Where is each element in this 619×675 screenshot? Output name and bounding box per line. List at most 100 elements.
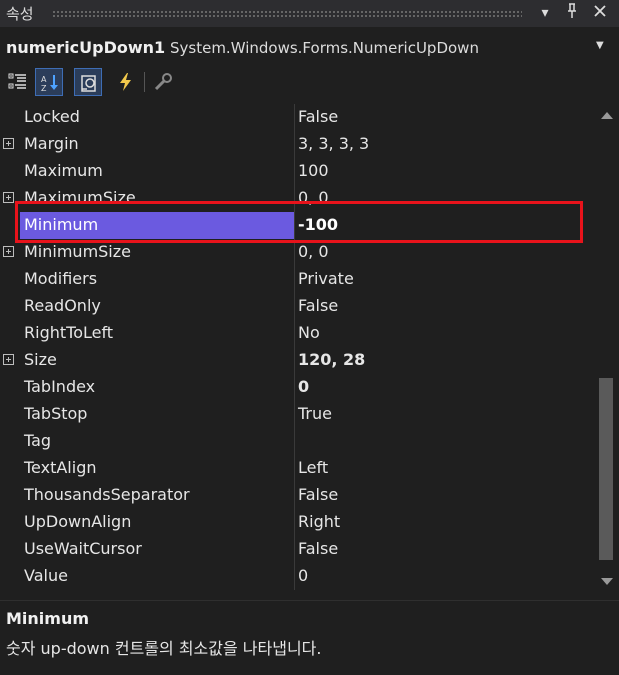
properties-button[interactable] [74, 68, 102, 96]
properties-icon [81, 75, 96, 92]
property-value[interactable]: No [298, 323, 320, 342]
property-value[interactable]: Private [298, 269, 354, 288]
property-name: TabStop [24, 404, 88, 423]
property-row-righttoleft[interactable]: RightToLeft No [0, 320, 595, 347]
property-row-tabindex[interactable]: TabIndex 0 [0, 374, 595, 401]
property-value[interactable]: False [298, 485, 338, 504]
property-name: TabIndex [24, 377, 96, 396]
property-toolbar: A Z [0, 64, 619, 98]
property-name: ThousandsSeparator [24, 485, 190, 504]
scrollbar-thumb[interactable] [599, 378, 613, 560]
property-row-tag[interactable]: Tag [0, 428, 595, 455]
property-name: Locked [24, 107, 80, 126]
column-divider[interactable] [294, 536, 295, 563]
property-row-tabstop[interactable]: TabStop True [0, 401, 595, 428]
svg-text:A: A [41, 75, 47, 84]
column-divider[interactable] [294, 401, 295, 428]
property-value[interactable]: 0 [298, 377, 309, 396]
title-grip[interactable] [52, 10, 522, 17]
expand-icon[interactable] [3, 354, 14, 365]
column-divider[interactable] [294, 563, 295, 590]
property-value[interactable]: False [298, 539, 338, 558]
column-divider[interactable] [294, 239, 295, 266]
property-name: MinimumSize [24, 242, 131, 261]
column-divider[interactable] [294, 104, 295, 131]
property-pages-icon [154, 73, 172, 91]
column-divider[interactable] [294, 131, 295, 158]
property-row-value[interactable]: Value 0 [0, 563, 595, 590]
chevron-down-icon[interactable]: ▼ [596, 40, 604, 51]
property-name: Maximum [24, 161, 103, 180]
description-title: Minimum [6, 609, 90, 628]
toolbar-separator [144, 72, 145, 92]
property-value[interactable]: True [298, 404, 332, 423]
property-row-usewaitcursor[interactable]: UseWaitCursor False [0, 536, 595, 563]
column-divider[interactable] [294, 320, 295, 347]
property-name: ReadOnly [24, 296, 101, 315]
property-name: Margin [24, 134, 79, 153]
property-value[interactable]: False [298, 296, 338, 315]
object-type: System.Windows.Forms.NumericUpDown [170, 39, 479, 57]
categorized-button[interactable] [4, 68, 32, 96]
title-bar: 속성 ▾ [0, 0, 619, 27]
property-name: UseWaitCursor [24, 539, 142, 558]
events-button[interactable] [112, 68, 140, 96]
property-name: Tag [24, 431, 52, 450]
property-row-margin[interactable]: Margin 3, 3, 3, 3 [0, 131, 595, 158]
property-row-textalign[interactable]: TextAlign Left [0, 455, 595, 482]
property-row-size[interactable]: Size 120, 28 [0, 347, 595, 374]
column-divider[interactable] [294, 293, 295, 320]
property-name: Size [24, 350, 57, 369]
svg-text:Z: Z [41, 84, 47, 93]
pin-icon[interactable] [562, 3, 582, 23]
alphabetical-button[interactable]: A Z [35, 68, 63, 96]
property-value[interactable]: Right [298, 512, 340, 531]
property-value[interactable]: 0, 0 [298, 242, 329, 261]
description-text: 숫자 up-down 컨트롤의 최소값을 나타냅니다. [6, 639, 322, 658]
property-row-updownalign[interactable]: UpDownAlign Right [0, 509, 595, 536]
property-row-modifiers[interactable]: Modifiers Private [0, 266, 595, 293]
property-name: RightToLeft [24, 323, 114, 342]
property-value[interactable]: Left [298, 458, 328, 477]
object-selector[interactable]: numericUpDown1 System.Windows.Forms.Nume… [0, 35, 619, 63]
window-position-dropdown-icon[interactable]: ▾ [535, 3, 555, 23]
panel-title: 속성 [6, 5, 34, 23]
property-row-locked[interactable]: Locked False [0, 104, 595, 131]
property-value[interactable]: 3, 3, 3, 3 [298, 134, 369, 153]
object-name: numericUpDown1 [6, 38, 166, 57]
scroll-up-icon[interactable] [601, 112, 613, 119]
vertical-scrollbar[interactable] [595, 104, 619, 592]
property-value[interactable]: 100 [298, 161, 329, 180]
property-row-readonly[interactable]: ReadOnly False [0, 293, 595, 320]
expand-icon[interactable] [3, 138, 14, 149]
property-row-minimumsize[interactable]: MinimumSize 0, 0 [0, 239, 595, 266]
column-divider[interactable] [294, 347, 295, 374]
property-grid: Locked False Margin 3, 3, 3, 3 Maximum 100 Max… [0, 104, 595, 592]
scroll-down-icon[interactable] [601, 578, 613, 585]
events-icon [120, 73, 131, 91]
column-divider[interactable] [294, 509, 295, 536]
property-value[interactable]: 120, 28 [298, 350, 365, 369]
property-name: UpDownAlign [24, 512, 132, 531]
column-divider[interactable] [294, 428, 295, 455]
property-name: TextAlign [24, 458, 97, 477]
column-divider[interactable] [294, 482, 295, 509]
property-value[interactable]: False [298, 107, 338, 126]
description-pane: Minimum 숫자 up-down 컨트롤의 최소값을 나타냅니다. [0, 600, 619, 675]
categorized-icon [8, 73, 26, 89]
expand-icon[interactable] [3, 246, 14, 257]
property-value[interactable]: -100 [298, 215, 338, 234]
property-name: Value [24, 566, 68, 585]
column-divider[interactable] [294, 158, 295, 185]
property-name: Minimum [24, 215, 99, 234]
property-value[interactable]: 0 [298, 566, 308, 585]
close-icon[interactable] [590, 3, 610, 23]
column-divider[interactable] [294, 455, 295, 482]
column-divider[interactable] [294, 266, 295, 293]
column-divider[interactable] [294, 374, 295, 401]
expand-icon[interactable] [3, 192, 14, 203]
property-name: Modifiers [24, 269, 98, 288]
property-row-maximum[interactable]: Maximum 100 [0, 158, 595, 185]
property-pages-button[interactable] [150, 68, 178, 96]
property-row-thousandsseparator[interactable]: ThousandsSeparator False [0, 482, 595, 509]
